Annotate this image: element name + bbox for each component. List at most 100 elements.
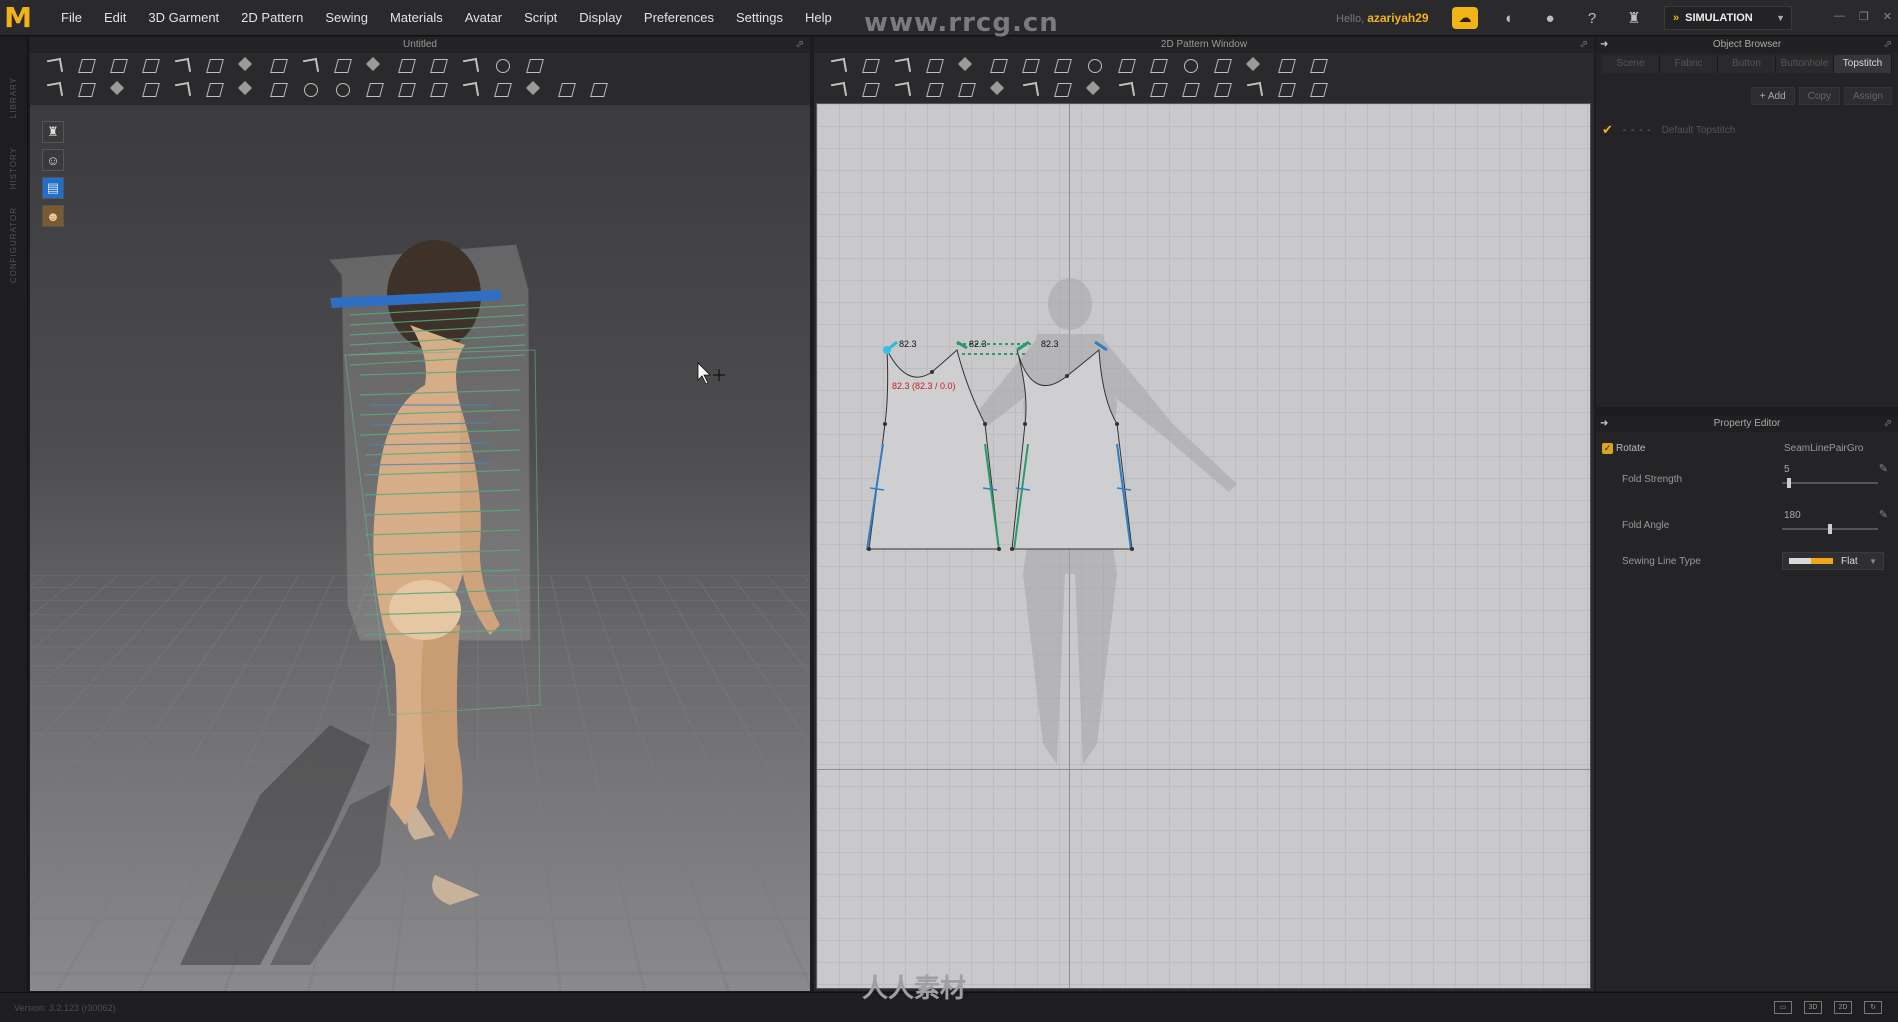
lasso-icon[interactable]: [490, 56, 514, 74]
trace-icon[interactable]: [1242, 56, 1266, 74]
tape-icon[interactable]: [202, 56, 226, 74]
restore-icon[interactable]: ❐: [1859, 10, 1869, 23]
check-sewing-icon[interactable]: [922, 80, 946, 98]
transform-pattern-icon[interactable]: [986, 56, 1010, 74]
close-icon[interactable]: ✕: [1883, 10, 1892, 23]
person-icon[interactable]: ●: [1538, 6, 1562, 30]
tab-topstitch[interactable]: Topstitch: [1834, 55, 1892, 73]
3d-viewport[interactable]: ♜ ☺ ▤ ☻: [30, 105, 810, 991]
pause-icon[interactable]: [426, 56, 450, 74]
walk-icon[interactable]: [42, 80, 66, 98]
select-icon[interactable]: [42, 56, 66, 74]
3d-view-button[interactable]: 3D: [1804, 1001, 1822, 1014]
puckering-icon[interactable]: [1210, 80, 1234, 98]
flat-icon[interactable]: [458, 80, 482, 98]
menu-settings[interactable]: Settings: [725, 10, 794, 25]
menu-sewing[interactable]: Sewing: [314, 10, 379, 25]
avatar-tool-icon[interactable]: [266, 56, 290, 74]
edit-pattern-icon[interactable]: [826, 56, 850, 74]
buttonhole-icon[interactable]: [330, 80, 354, 98]
texture-edit-icon[interactable]: [1018, 80, 1042, 98]
menu-script[interactable]: Script: [513, 10, 568, 25]
line-icon[interactable]: [362, 80, 386, 98]
segment-topstitch-icon[interactable]: [1146, 80, 1170, 98]
fold-strength-value[interactable]: 5: [1784, 464, 1790, 475]
annotation-icon[interactable]: [1274, 80, 1298, 98]
minimize-icon[interactable]: —: [1834, 10, 1845, 23]
fold-angle-value[interactable]: 180: [1784, 510, 1801, 521]
simulation-button[interactable]: » SIMULATION ▼: [1664, 6, 1792, 30]
pencil-icon[interactable]: ✎: [1879, 508, 1888, 521]
hanger-icon[interactable]: [458, 56, 482, 74]
copy-button[interactable]: Copy: [1798, 87, 1840, 105]
zipper-icon[interactable]: [1242, 80, 1266, 98]
crop-icon[interactable]: [170, 80, 194, 98]
seam-icon[interactable]: [330, 56, 354, 74]
internal-polygon-icon[interactable]: [1114, 56, 1138, 74]
cut-icon[interactable]: [138, 80, 162, 98]
zip-icon[interactable]: [234, 80, 258, 98]
scissors-icon[interactable]: [74, 80, 98, 98]
assign-button[interactable]: Assign: [1843, 87, 1892, 105]
collapse-arrow-icon[interactable]: ➜: [1600, 37, 1608, 53]
menu-3d-garment[interactable]: 3D Garment: [137, 10, 230, 25]
2d-pattern-canvas[interactable]: 82.3 82.3 82.3 82.3 (82.3 / 0.0): [816, 103, 1591, 989]
pin-icon[interactable]: [170, 56, 194, 74]
rotate-checkbox[interactable]: ✓: [1602, 443, 1613, 454]
fold-arrange-icon[interactable]: [1306, 56, 1330, 74]
history-tab[interactable]: HISTORY: [9, 147, 18, 189]
speaker-icon[interactable]: ◖: [1496, 6, 1520, 30]
menu-2d-pattern[interactable]: 2D Pattern: [230, 10, 314, 25]
collapse-arrow-icon[interactable]: ➜: [1600, 416, 1608, 432]
pleat-icon[interactable]: [426, 80, 450, 98]
menu-preferences[interactable]: Preferences: [633, 10, 725, 25]
expand-icon[interactable]: ⬀: [1580, 37, 1588, 53]
expand-icon[interactable]: ⬀: [1884, 37, 1892, 53]
m-n-sewing-icon[interactable]: [890, 80, 914, 98]
pin-pattern-icon[interactable]: [986, 80, 1010, 98]
shirt-icon[interactable]: ♜: [1622, 6, 1646, 30]
box-select-icon[interactable]: [106, 56, 130, 74]
menu-help[interactable]: Help: [794, 10, 843, 25]
edit-curve-icon[interactable]: [890, 56, 914, 74]
fold-angle-slider[interactable]: [1782, 524, 1878, 534]
measure-icon[interactable]: [362, 56, 386, 74]
topstitch-list-item[interactable]: ✔ - - - - Default Topstitch: [1602, 121, 1892, 139]
pencil-icon[interactable]: ✎: [1879, 462, 1888, 475]
stitch-icon[interactable]: [106, 80, 130, 98]
fold-strength-slider-thumb[interactable]: [1786, 478, 1791, 488]
help-icon[interactable]: ?: [1580, 6, 1604, 30]
menu-file[interactable]: File: [50, 10, 93, 25]
move-icon[interactable]: [74, 56, 98, 74]
arrow-icon[interactable]: [522, 80, 546, 98]
menu-display[interactable]: Display: [568, 10, 633, 25]
split-view-button[interactable]: ▭: [1774, 1001, 1792, 1014]
internal-circle-icon[interactable]: [1178, 56, 1202, 74]
layer-icon[interactable]: [202, 80, 226, 98]
button-pattern-icon[interactable]: [1082, 80, 1106, 98]
library-tab[interactable]: LIBRARY: [9, 77, 18, 118]
topstitch-icon[interactable]: [266, 80, 290, 98]
tab-scene[interactable]: Scene: [1602, 55, 1660, 73]
fill-icon[interactable]: [490, 80, 514, 98]
sewing-line-type-select[interactable]: Flat ▼: [1782, 552, 1884, 570]
cloud-icon[interactable]: ☁: [1452, 7, 1478, 29]
topstitch-pattern-icon[interactable]: [1114, 80, 1138, 98]
free-topstitch-icon[interactable]: [1178, 80, 1202, 98]
polygon-icon[interactable]: [1018, 56, 1042, 74]
fold-angle-slider-thumb[interactable]: [1828, 524, 1832, 534]
add-button[interactable]: + Add: [1750, 87, 1795, 105]
ruler-icon[interactable]: [522, 56, 546, 74]
internal-rectangle-icon[interactable]: [1146, 56, 1170, 74]
button-icon[interactable]: [298, 80, 322, 98]
expand-icon[interactable]: ⬀: [1884, 416, 1892, 432]
pleat-pattern-icon[interactable]: [1274, 56, 1298, 74]
segment-sewing-icon[interactable]: [826, 80, 850, 98]
refresh-view-button[interactable]: ↻: [1864, 1001, 1882, 1014]
graphic-icon[interactable]: [1050, 80, 1074, 98]
fold-icon[interactable]: [234, 56, 258, 74]
expand-icon[interactable]: ⬀: [796, 37, 804, 53]
tab-buttonhole[interactable]: Buttonhole: [1776, 55, 1834, 73]
circle-icon[interactable]: [1082, 56, 1106, 74]
trim-icon[interactable]: [394, 80, 418, 98]
